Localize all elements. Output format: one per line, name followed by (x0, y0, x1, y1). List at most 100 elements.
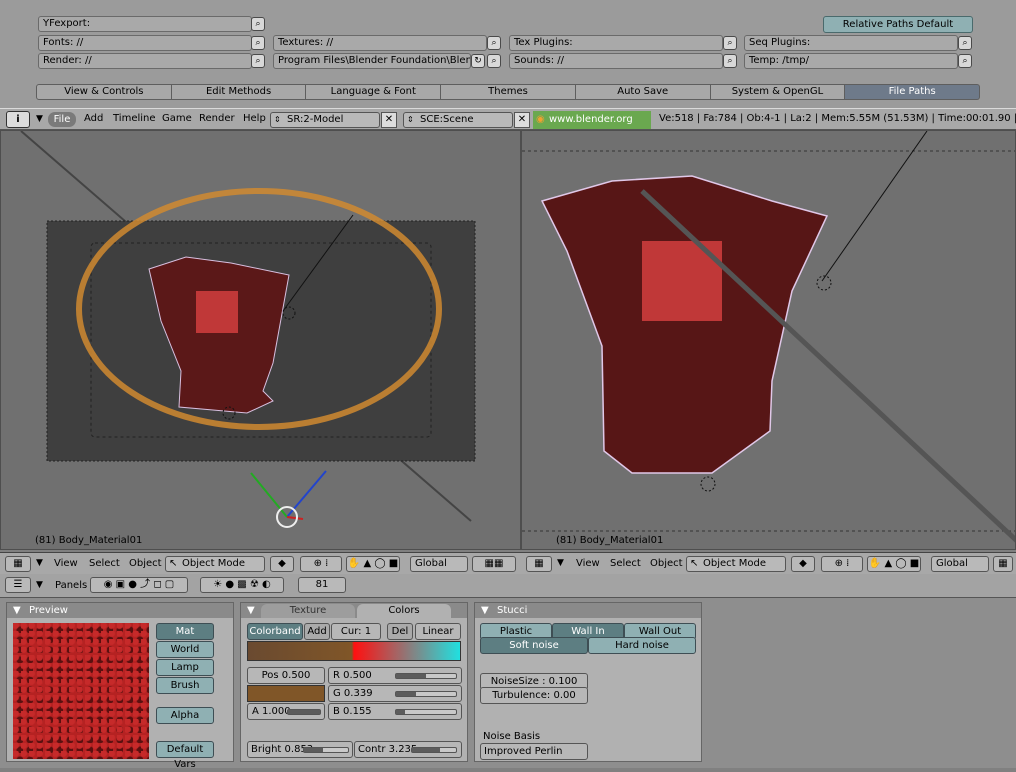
pivot-icon[interactable]: ⊕ ⁞ (300, 556, 342, 572)
preview-world-button[interactable]: World (156, 641, 214, 658)
sounds-path-field[interactable]: Sounds: // (509, 53, 723, 69)
tab-edit-methods[interactable]: Edit Methods (171, 84, 307, 100)
scene-selector[interactable]: ⇕ SCE:Scene (403, 112, 513, 128)
colorband-gradient[interactable] (247, 641, 461, 661)
interpolation-selector[interactable]: Linear (415, 623, 461, 640)
fonts-path-field[interactable]: Fonts: // (38, 35, 252, 51)
file-browse-icon[interactable]: ⌕ (958, 36, 972, 50)
collapse-triangle-icon[interactable]: ▼ (481, 603, 489, 618)
slider-label: A 1.000 (252, 706, 291, 717)
menu-game[interactable]: Game (162, 113, 192, 124)
tab-themes[interactable]: Themes (441, 84, 576, 100)
soft-noise-button[interactable]: Soft noise (480, 637, 588, 654)
menu-select[interactable]: Select (89, 558, 120, 569)
layers-icon[interactable]: ▦▦ (472, 556, 516, 572)
pivot-icon[interactable]: ⊕ ⁞ (821, 556, 863, 572)
menu-view[interactable]: View (54, 558, 78, 569)
colorband-pos-field[interactable]: Pos 0.500 (247, 667, 325, 684)
color-swatch[interactable] (247, 685, 325, 702)
3d-viewport-camera[interactable]: (81) Body_Material01 (0, 130, 521, 550)
menu-object[interactable]: Object (650, 558, 683, 569)
file-browse-icon[interactable]: ⌕ (723, 54, 737, 68)
context-icons[interactable]: ◉ ▣ ● ⤴ ◻ ▢ (90, 577, 188, 593)
layers-icon[interactable]: ▦ (993, 556, 1013, 572)
frame-field[interactable]: 81 (298, 577, 346, 593)
tab-language-font[interactable]: Language & Font (306, 84, 442, 100)
preview-alpha-button[interactable]: Alpha (156, 707, 214, 724)
temp-path-field[interactable]: Temp: /tmp/ (744, 53, 958, 69)
collapse-triangle-icon[interactable]: ▼ (36, 114, 43, 124)
file-browse-icon[interactable]: ⌕ (251, 54, 265, 68)
tab-texture[interactable]: Texture (261, 604, 355, 618)
hard-noise-button[interactable]: Hard noise (588, 637, 696, 654)
tab-view-controls[interactable]: View & Controls (36, 84, 172, 100)
menu-render[interactable]: Render (199, 113, 235, 124)
turbulence-field[interactable]: Turbulence: 0.00 (480, 687, 588, 704)
colorband-del-button[interactable]: Del (387, 623, 413, 640)
python-path-field[interactable]: Program Files\Blender Foundation\Blender… (273, 53, 471, 69)
tab-colors[interactable]: Colors (357, 604, 451, 618)
collapse-triangle-icon[interactable]: ▼ (36, 580, 43, 590)
panel-header: ▼ Texture Colors (241, 603, 467, 618)
yfexport-path-field[interactable]: YFexport: (38, 16, 252, 32)
close-icon[interactable]: ✕ (514, 112, 530, 128)
collapse-triangle-icon[interactable]: ▼ (557, 558, 564, 568)
file-browse-icon[interactable]: ⌕ (723, 36, 737, 50)
menu-file[interactable]: File (48, 112, 76, 127)
orientation-selector[interactable]: Global (410, 556, 468, 572)
x-axis-gizmo (286, 516, 304, 520)
orientation-selector[interactable]: Global (931, 556, 989, 572)
editor-type-icon[interactable]: ▦ (526, 556, 552, 572)
tab-file-paths[interactable]: File Paths (845, 84, 981, 100)
menu-help[interactable]: Help (243, 113, 266, 124)
menu-object[interactable]: Object (129, 558, 162, 569)
tex-plugins-path-field[interactable]: Tex Plugins: (509, 35, 723, 51)
noise-basis-selector[interactable]: Improved Perlin (480, 743, 588, 760)
blender-website-link[interactable]: ◉ www.blender.org 249.2 (533, 111, 651, 143)
collapse-triangle-icon[interactable]: ▼ (247, 603, 255, 618)
file-browse-icon[interactable]: ⌕ (251, 36, 265, 50)
colorband-add-button[interactable]: Add (304, 623, 330, 640)
manipulator-icons[interactable]: ✋ ▲ ◯ ■ (346, 556, 400, 572)
shading-icon[interactable]: ◆ (270, 556, 294, 572)
menu-select[interactable]: Select (610, 558, 641, 569)
menu-timeline[interactable]: Timeline (113, 113, 156, 124)
collapse-triangle-icon[interactable]: ▼ (36, 558, 43, 568)
manipulator-icons[interactable]: ✋ ▲ ◯ ■ (867, 556, 921, 572)
close-icon[interactable]: ✕ (381, 112, 397, 128)
seq-plugins-path-field[interactable]: Seq Plugins: (744, 35, 958, 51)
default-vars-button[interactable]: Default Vars (156, 741, 214, 770)
sub-context-icons[interactable]: ☀ ● ▩ ☢ ◐ (200, 577, 284, 593)
mode-selector[interactable]: ↖ Object Mode (165, 556, 265, 572)
file-browse-icon[interactable]: ⌕ (487, 54, 501, 68)
preview-lamp-button[interactable]: Lamp (156, 659, 214, 676)
collapse-triangle-icon[interactable]: ▼ (13, 603, 21, 618)
tab-auto-save[interactable]: Auto Save (575, 84, 711, 100)
textures-path-field[interactable]: Textures: // (273, 35, 487, 51)
shading-icon[interactable]: ◆ (791, 556, 815, 572)
render-path-field[interactable]: Render: // (38, 53, 252, 69)
file-browse-icon[interactable]: ⌕ (251, 17, 265, 31)
file-browse-icon[interactable]: ⌕ (487, 36, 501, 50)
reload-icon[interactable]: ↻ (471, 54, 485, 68)
3d-viewport-perspective[interactable]: (81) Body_Material01 (521, 130, 1016, 550)
preview-brush-button[interactable]: Brush (156, 677, 214, 694)
mode-selector[interactable]: ↖ Object Mode (686, 556, 786, 572)
info-editor-icon[interactable]: i (6, 111, 30, 128)
colorband-cur-field[interactable]: Cur: 1 (331, 623, 381, 640)
colorband-toggle[interactable]: Colorband (247, 623, 303, 640)
slider-label: R 0.500 (333, 670, 372, 681)
file-browse-icon[interactable]: ⌕ (958, 54, 972, 68)
editor-type-icon[interactable]: ☰ (5, 577, 31, 593)
slider-label: Contr 3.235 (358, 744, 418, 755)
preview-mat-button[interactable]: Mat (156, 623, 214, 640)
screen-selector[interactable]: ⇕ SR:2-Model (270, 112, 380, 128)
relative-paths-default-toggle[interactable]: Relative Paths Default (823, 16, 973, 33)
menu-add[interactable]: Add (84, 113, 103, 124)
slider-fill (396, 674, 426, 678)
preview-panel: ▼ Preview Mat World Lamp Brush Alpha Def… (6, 602, 234, 770)
menu-view[interactable]: View (576, 558, 600, 569)
tab-system-opengl[interactable]: System & OpenGL (710, 84, 846, 100)
editor-type-icon[interactable]: ▦ (5, 556, 31, 572)
lamp-icon[interactable] (700, 476, 716, 492)
